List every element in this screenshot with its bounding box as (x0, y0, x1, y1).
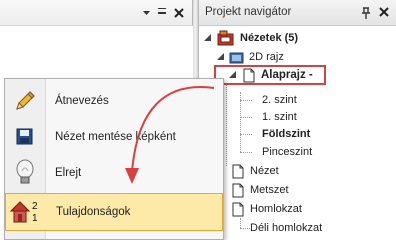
tree-label: Nézet (250, 165, 279, 177)
menu-item-label: Nézet mentése képként (55, 131, 176, 143)
house-levels-icon: 2 1 (9, 201, 38, 224)
tree-connector (240, 218, 241, 228)
tree-label: Homlokzat (250, 203, 302, 215)
tree-connector (240, 228, 250, 229)
panel-title: Projekt navigátor (205, 6, 292, 18)
tree-label: 2D rajz (249, 51, 284, 63)
tree-connector (240, 152, 252, 153)
menu-item-save-as-image[interactable]: Nézet mentése képként (5, 119, 223, 155)
tree-label: 1. szint (262, 111, 297, 123)
tree-node-level[interactable]: Földszint (262, 125, 310, 143)
tree-label: 2. szint (262, 94, 297, 106)
tree-connector (240, 92, 241, 152)
tree-connector (240, 117, 252, 118)
floppy-disk-icon (16, 128, 33, 145)
panel-header: Projekt navigátor (199, 0, 396, 26)
tree-node-facade[interactable]: Homlokzat (231, 200, 302, 218)
tree-node-section[interactable]: Metszet (231, 181, 289, 199)
menu-item-rename[interactable]: Átnevezés (5, 83, 223, 119)
minimize-icon (157, 7, 166, 14)
drawing-folder-icon (229, 52, 244, 64)
document-icon (232, 202, 244, 216)
tree-node-level[interactable]: 2. szint (262, 91, 297, 109)
minimize-button[interactable] (155, 6, 168, 19)
pencil-icon (16, 91, 35, 110)
dropdown-button[interactable] (140, 6, 153, 19)
views-folder-icon (217, 30, 234, 46)
svg-text:1: 1 (32, 213, 38, 224)
tree-label: Déli homlokzat (250, 222, 323, 234)
tree-node-south-facade[interactable]: Déli homlokzat (250, 219, 322, 237)
close-icon (173, 7, 184, 18)
close-icon[interactable] (378, 5, 390, 22)
tree-node-floorplan[interactable]: Alaprajz - (228, 66, 313, 84)
tree-node-2d-drawing[interactable]: 2D rajz (216, 48, 284, 66)
collapse-triangle-icon[interactable] (228, 70, 238, 80)
tree-connector (226, 76, 227, 166)
pin-icon[interactable] (360, 6, 372, 23)
svg-text:2: 2 (32, 201, 38, 212)
tree-label: Metszet (250, 184, 289, 196)
main-window-header (0, 0, 193, 26)
floorplan-document-icon (243, 68, 255, 82)
chevron-down-icon (143, 11, 150, 15)
collapse-triangle-icon[interactable] (216, 52, 226, 62)
tree-connector (240, 134, 252, 135)
tree-node-level[interactable]: 1. szint (262, 108, 297, 126)
menu-item-label: Elrejt (55, 167, 82, 179)
tree-label: Nézetek (5) (240, 32, 299, 44)
menu-item-hide[interactable]: Elrejt (5, 155, 223, 191)
tree-label: Pinceszint (262, 146, 313, 158)
menu-item-properties[interactable]: 2 1 Tulajdonságok (5, 193, 223, 231)
document-icon (232, 164, 244, 178)
tree-node-view[interactable]: Nézet (231, 162, 279, 180)
document-icon (232, 183, 244, 197)
tree-connector (240, 100, 252, 101)
close-button[interactable] (172, 6, 185, 19)
tree-label: Alaprajz - (261, 69, 313, 81)
tree-label: Földszint (262, 128, 311, 140)
tree-node-level[interactable]: Pinceszint (262, 143, 312, 161)
tree-node-views[interactable]: Nézetek (5) (203, 29, 298, 47)
collapse-triangle-icon[interactable] (203, 33, 213, 43)
context-menu: Átnevezés Nézet mentése képként Elrejt 2… (4, 78, 224, 240)
menu-item-label: Tulajdonságok (56, 206, 131, 218)
light-bulb-icon (16, 159, 34, 184)
menu-item-label: Átnevezés (55, 95, 109, 107)
